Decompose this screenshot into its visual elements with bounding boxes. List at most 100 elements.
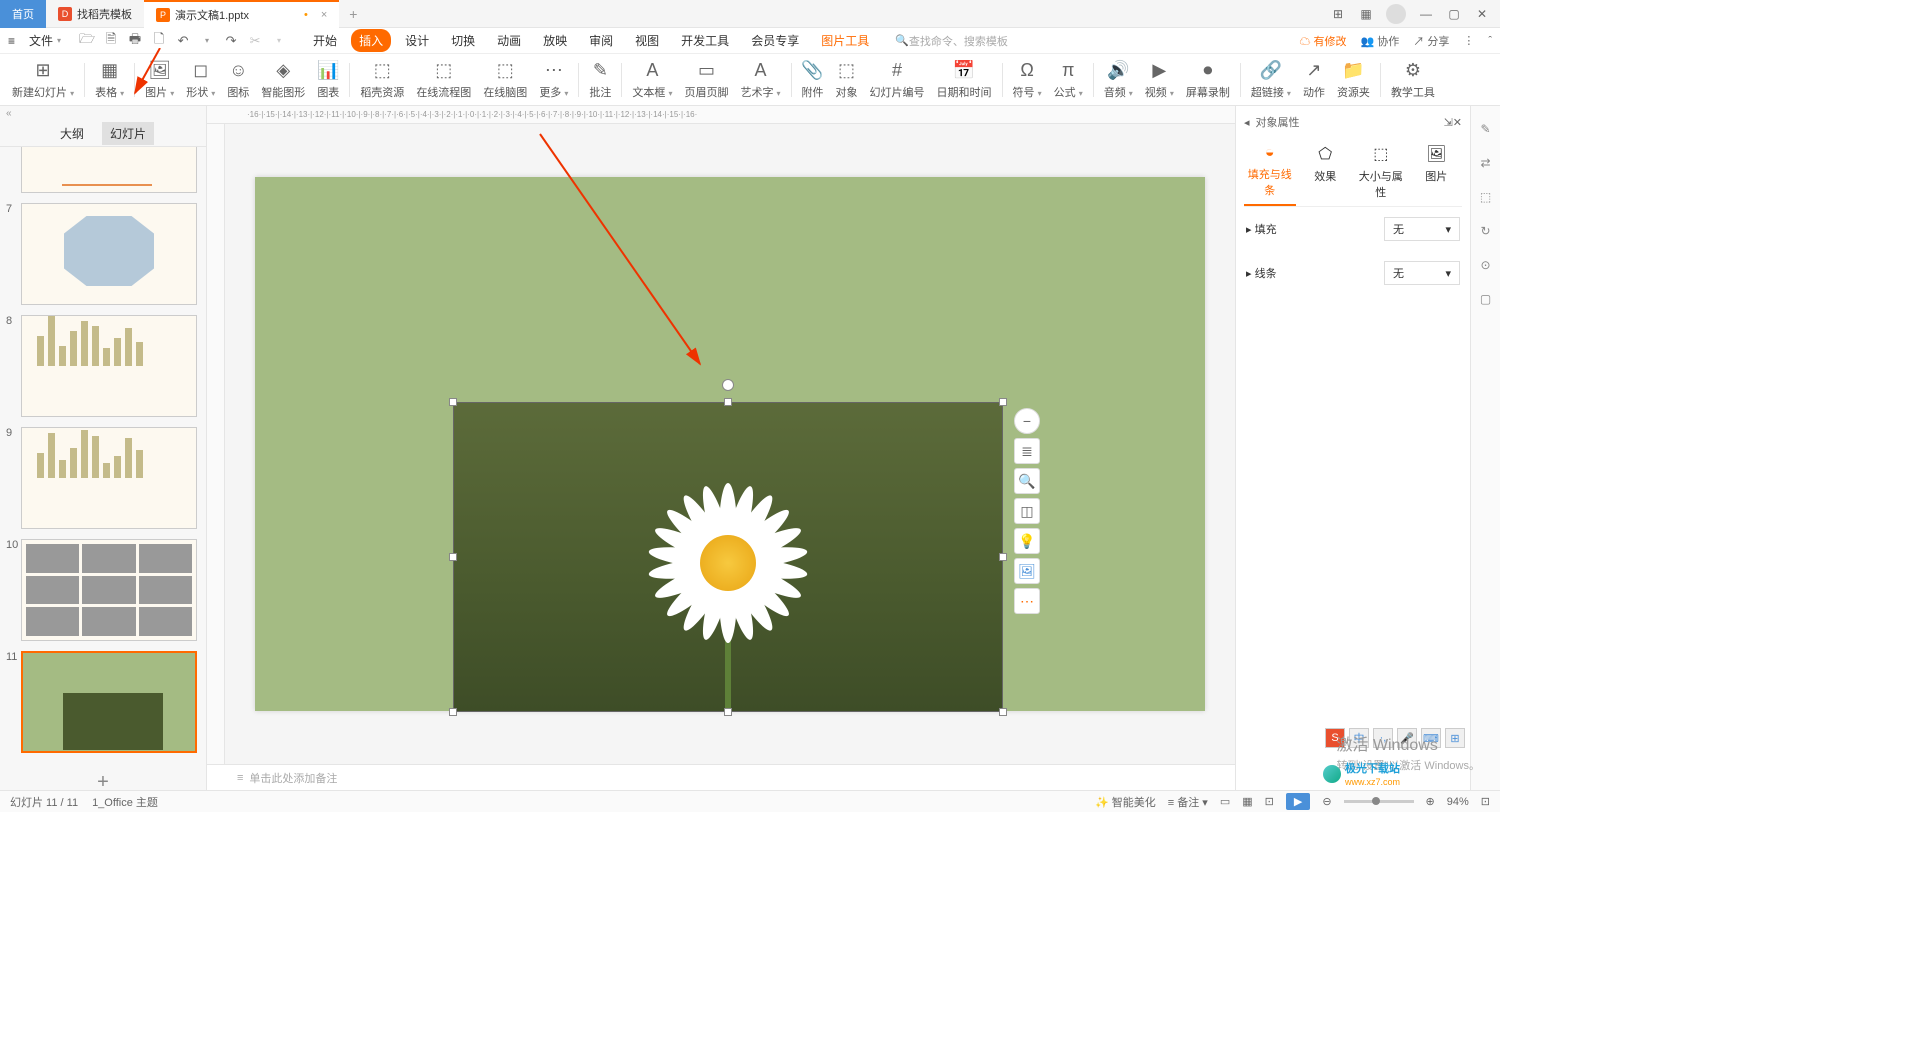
zoom-slider[interactable] <box>1344 800 1414 803</box>
ribbon-图表[interactable]: 📊图表 <box>311 58 345 102</box>
ribbon-艺术字[interactable]: A艺术字 ▾ <box>734 58 786 102</box>
home-tab[interactable]: 首页 <box>0 0 46 28</box>
slide-thumb[interactable] <box>21 147 197 193</box>
resize-handle[interactable] <box>999 398 1007 406</box>
slide-thumb-8[interactable] <box>21 315 197 417</box>
tab-view[interactable]: 视图 <box>627 29 667 52</box>
new-tab-button[interactable]: + <box>339 6 367 22</box>
slide-thumb-11[interactable] <box>21 651 197 753</box>
ribbon-表格[interactable]: ▦表格 ▾ <box>89 58 130 102</box>
ribbon-在线流程图[interactable]: ⬚在线流程图 <box>410 58 477 102</box>
preview-icon[interactable]: 🗋 <box>151 33 167 49</box>
ribbon-图标[interactable]: ☺图标 <box>221 58 255 102</box>
tab-dev[interactable]: 开发工具 <box>673 29 737 52</box>
open-icon[interactable]: 🗁 <box>79 33 95 49</box>
format-painter-icon[interactable]: ✂ <box>247 33 263 49</box>
tab-insert[interactable]: 插入 <box>351 29 391 52</box>
panel-toggle-icon[interactable]: ◂ <box>1244 116 1250 129</box>
close-panel-icon[interactable]: ✕ <box>1453 116 1462 129</box>
ribbon-附件[interactable]: 📎附件 <box>796 58 830 102</box>
view-sorter-icon[interactable]: ▦ <box>1242 795 1252 808</box>
rotate-handle[interactable] <box>722 379 734 391</box>
ribbon-幻灯片编号[interactable]: #幻灯片编号 <box>864 58 931 102</box>
more-icon[interactable]: ⋮ <box>1463 34 1474 47</box>
rail-clip-icon[interactable]: ↻ <box>1477 222 1495 240</box>
tab-design[interactable]: 设计 <box>397 29 437 52</box>
document-tab[interactable]: P 演示文稿1.pptx • × <box>144 0 339 28</box>
rail-check-icon[interactable]: ▢ <box>1477 290 1495 308</box>
resize-handle[interactable] <box>449 398 457 406</box>
idea-tool-icon[interactable]: 💡 <box>1014 528 1040 554</box>
notes-area[interactable]: ≡ 单击此处添加备注 <box>207 764 1235 790</box>
ribbon-图片[interactable]: 🖼图片 ▾ <box>139 58 180 102</box>
notes-toggle[interactable]: ≡ 备注 ▾ <box>1168 794 1208 810</box>
ribbon-批注[interactable]: ✎批注 <box>583 58 617 102</box>
ribbon-新建幻灯片[interactable]: ⊞新建幻灯片 ▾ <box>6 58 80 102</box>
ribbon-文本框[interactable]: A文本框 ▾ <box>626 58 678 102</box>
slide-thumb-9[interactable] <box>21 427 197 529</box>
replace-tool-icon[interactable]: 🖼 <box>1014 558 1040 584</box>
beautify-button[interactable]: ✨ 智能美化 <box>1095 794 1156 810</box>
ribbon-超链接[interactable]: 🔗超链接 ▾ <box>1245 58 1297 102</box>
zoom-in-icon[interactable]: ⊕ <box>1426 795 1435 808</box>
ribbon-更多[interactable]: ⋯更多 ▾ <box>533 58 574 102</box>
fill-select[interactable]: 无▾ <box>1384 217 1460 241</box>
file-menu[interactable]: 文件 ▾ <box>23 32 67 49</box>
tab-transition[interactable]: 切换 <box>443 29 483 52</box>
ribbon-符号[interactable]: Ω符号 ▾ <box>1007 58 1048 102</box>
ribbon-屏幕录制[interactable]: ⏺屏幕录制 <box>1180 58 1236 102</box>
fit-icon[interactable]: ⊡ <box>1481 795 1490 808</box>
add-slide-button[interactable]: + <box>6 763 200 790</box>
minimize-icon[interactable]: — <box>1418 6 1434 22</box>
tab-slideshow[interactable]: 放映 <box>535 29 575 52</box>
zoom-out-icon[interactable]: ⊖ <box>1322 795 1331 808</box>
slide-thumb-10[interactable] <box>21 539 197 641</box>
outline-tab[interactable]: 大纲 <box>52 122 92 145</box>
slide-thumb-7[interactable] <box>21 203 197 305</box>
rail-select-icon[interactable]: ⬚ <box>1477 188 1495 206</box>
template-tab[interactable]: D 找稻壳模板 <box>46 0 144 28</box>
collapse-ribbon-icon[interactable]: ˆ <box>1488 35 1492 47</box>
zoom-tool-icon[interactable]: 🔍 <box>1014 468 1040 494</box>
rail-design-icon[interactable]: ✎ <box>1477 120 1495 138</box>
ribbon-教学工具[interactable]: ⚙教学工具 <box>1385 58 1441 102</box>
view-normal-icon[interactable]: ▭ <box>1220 795 1230 808</box>
ribbon-形状[interactable]: ◻形状 ▾ <box>180 58 221 102</box>
ribbon-音频[interactable]: 🔊音频 ▾ <box>1098 58 1139 102</box>
line-select[interactable]: 无▾ <box>1384 261 1460 285</box>
layers-tool-icon[interactable]: ≣ <box>1014 438 1040 464</box>
selected-image[interactable]: − ≣ 🔍 ◫ 💡 🖼 ⋯ <box>453 402 1003 712</box>
resize-handle[interactable] <box>449 708 457 716</box>
resize-handle[interactable] <box>724 708 732 716</box>
resize-handle[interactable] <box>999 553 1007 561</box>
tab-vip[interactable]: 会员专享 <box>743 29 807 52</box>
ribbon-在线脑图[interactable]: ⬚在线脑图 <box>477 58 533 102</box>
view-reading-icon[interactable]: ⊡ <box>1265 795 1274 808</box>
menu-icon[interactable]: ≡ <box>8 34 15 48</box>
ribbon-对象[interactable]: ⬚对象 <box>830 58 864 102</box>
resize-handle[interactable] <box>449 553 457 561</box>
crop-tool-icon[interactable]: ◫ <box>1014 498 1040 524</box>
ribbon-资源夹[interactable]: 📁资源夹 <box>1331 58 1376 102</box>
tab-picture-tools[interactable]: 图片工具 <box>813 29 877 52</box>
zoom-level[interactable]: 94% <box>1447 796 1469 808</box>
slides-tab[interactable]: 幻灯片 <box>102 122 154 145</box>
rail-settings-icon[interactable]: ⇄ <box>1477 154 1495 172</box>
undo-icon[interactable]: ↶ <box>175 33 191 49</box>
slide-canvas[interactable]: − ≣ 🔍 ◫ 💡 🖼 ⋯ <box>255 177 1205 711</box>
print-icon[interactable]: 🖶 <box>127 33 143 49</box>
ribbon-动作[interactable]: ↗动作 <box>1297 58 1331 102</box>
save-icon[interactable]: 🗎 <box>103 33 119 49</box>
rp-tab-picture[interactable]: 🖼图片 <box>1411 138 1463 206</box>
tab-review[interactable]: 审阅 <box>581 29 621 52</box>
close-window-icon[interactable]: ✕ <box>1474 6 1490 22</box>
ribbon-公式[interactable]: π公式 ▾ <box>1048 58 1089 102</box>
command-search[interactable]: 🔍 查找命令、搜索模板 <box>895 33 1008 49</box>
layout-icon[interactable]: ⊞ <box>1330 6 1346 22</box>
ribbon-页眉页脚[interactable]: ▭页眉页脚 <box>678 58 734 102</box>
pin-icon[interactable]: ⇲ <box>1444 116 1453 129</box>
coop-button[interactable]: 👥 协作 <box>1361 33 1400 49</box>
maximize-icon[interactable]: ▢ <box>1446 6 1462 22</box>
apps-icon[interactable]: ▦ <box>1358 6 1374 22</box>
resize-handle[interactable] <box>724 398 732 406</box>
